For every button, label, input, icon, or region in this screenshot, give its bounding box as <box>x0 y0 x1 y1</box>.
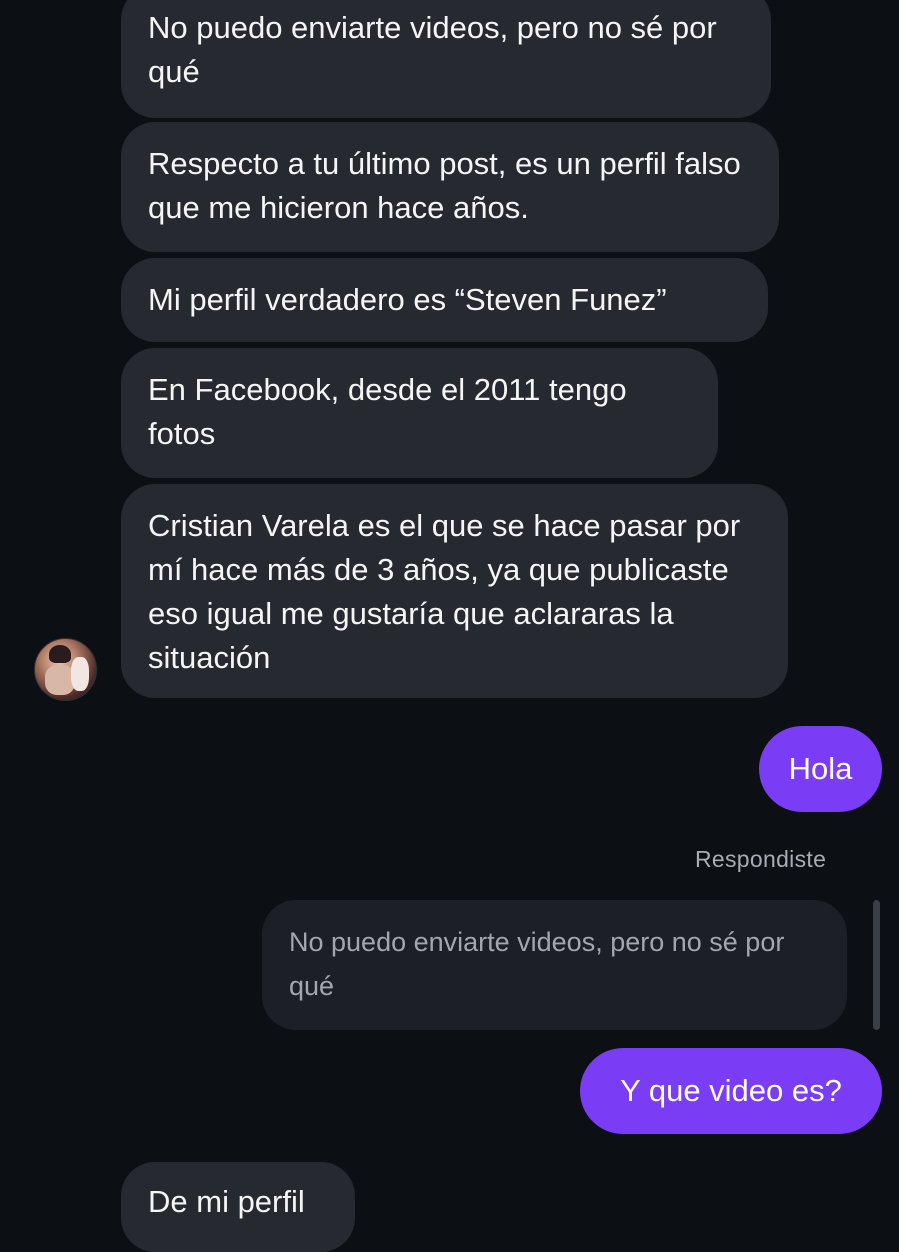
quoted-reply-message[interactable]: No puedo enviarte videos, pero no sé por… <box>262 900 847 1030</box>
quoted-text: No puedo enviarte videos, pero no sé por… <box>289 927 785 1001</box>
message-text: Cristian Varela es el que se hace pasar … <box>148 508 741 675</box>
message-text: No puedo enviarte videos, pero no sé por… <box>148 10 717 89</box>
message-text: En Facebook, desde el 2011 tengo fotos <box>148 372 627 451</box>
message-bubble-incoming-partial[interactable]: De mi perfil <box>121 1162 355 1252</box>
message-text: De mi perfil <box>148 1184 305 1219</box>
message-bubble-incoming[interactable]: No puedo enviarte videos, pero no sé por… <box>121 0 771 118</box>
message-bubble-incoming[interactable]: Mi perfil verdadero es “Steven Funez” <box>121 258 768 342</box>
avatar[interactable] <box>34 638 97 701</box>
message-text: Y que video es? <box>620 1073 842 1108</box>
message-bubble-outgoing[interactable]: Y que video es? <box>580 1048 882 1134</box>
message-bubble-incoming[interactable]: En Facebook, desde el 2011 tengo fotos <box>121 348 718 478</box>
message-bubble-incoming[interactable]: Respecto a tu último post, es un perfil … <box>121 122 779 252</box>
message-text: Mi perfil verdadero es “Steven Funez” <box>148 282 667 317</box>
reply-indicator-bar <box>873 900 880 1030</box>
message-bubble-incoming[interactable]: Cristian Varela es el que se hace pasar … <box>121 484 788 698</box>
message-text: Respecto a tu último post, es un perfil … <box>148 146 741 225</box>
message-text: Hola <box>788 751 853 786</box>
reply-label: Respondiste <box>695 846 827 872</box>
message-bubble-outgoing[interactable]: Hola <box>759 726 882 812</box>
